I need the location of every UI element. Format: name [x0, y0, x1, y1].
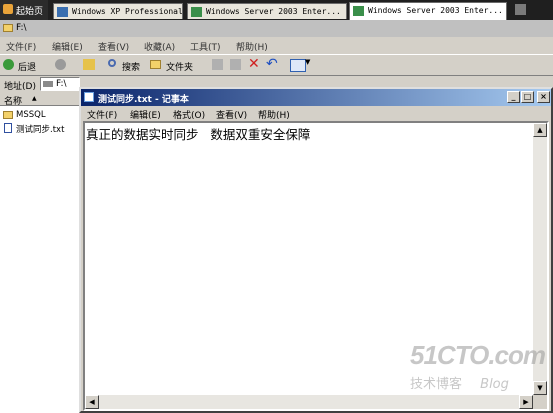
tab-server2003-a[interactable]: Windows Server 2003 Enter... [187, 3, 347, 19]
drive-icon [43, 81, 53, 87]
watermark-brand: 51CTO.com [410, 340, 546, 370]
folder-icon [3, 24, 13, 32]
np-menu-help[interactable]: 帮助(H) [258, 108, 290, 121]
tab-label: Windows Server 2003 Enter... [206, 7, 341, 16]
column-name-label: 名称 [4, 97, 23, 107]
maximize-button[interactable]: □ [521, 91, 534, 103]
tab-server2003-b[interactable]: Windows Server 2003 Enter... [349, 2, 507, 20]
copy-to-icon[interactable] [230, 59, 241, 70]
tab-xp-professional[interactable]: Windows XP Professional [53, 3, 183, 19]
watermark-blog-cn: 技术博客 [410, 377, 463, 392]
search-button[interactable]: 搜索 [108, 58, 146, 74]
home-icon [3, 4, 13, 14]
vm-icon [191, 7, 202, 17]
scroll-right-icon[interactable]: ▶ [519, 395, 533, 409]
move-to-icon[interactable] [212, 59, 223, 70]
tab-label: Windows Server 2003 Enter... [368, 6, 503, 15]
watermark-logo: 51CTO.com 技术博客 Blog [410, 340, 546, 392]
delete-icon[interactable]: ✕ [248, 56, 260, 72]
tab-home[interactable]: 起始页 [0, 0, 48, 20]
back-button[interactable]: 后退 [3, 58, 47, 74]
search-label: 搜索 [122, 63, 141, 73]
notepad-icon [84, 92, 94, 102]
close-tab-icon[interactable] [515, 4, 526, 15]
folders-button[interactable]: 文件夹 [150, 58, 200, 74]
minimize-button[interactable]: _ [507, 91, 520, 103]
notepad-title-bar[interactable]: 测试同步.txt - 记事本 _ □ × [81, 89, 551, 106]
explorer-title: F:\ [16, 23, 27, 33]
vm-tab-strip: 起始页 Windows XP Professional Windows Serv… [0, 0, 553, 20]
forward-arrow-icon[interactable] [55, 59, 66, 70]
undo-icon[interactable]: ↶ [266, 56, 278, 72]
views-icon[interactable] [290, 59, 306, 72]
file-list-pane: 名称 ▲ MSSQL 测试同步.txt [0, 93, 80, 413]
vm-icon [353, 6, 364, 16]
close-button[interactable]: × [537, 91, 550, 103]
up-folder-icon[interactable] [83, 59, 95, 70]
np-menu-file[interactable]: 文件(F) [87, 108, 117, 121]
explorer-menu-bar: 文件(F) 编辑(E) 查看(V) 收藏(A) 工具(T) 帮助(H) [0, 37, 553, 54]
search-icon [108, 59, 116, 67]
scroll-up-icon[interactable]: ▲ [533, 123, 547, 137]
folder-icon [3, 111, 13, 119]
np-menu-view[interactable]: 查看(V) [216, 108, 247, 121]
size-grip[interactable] [533, 395, 547, 409]
back-label: 后退 [18, 63, 37, 73]
chevron-down-icon[interactable]: ▼ [305, 58, 310, 74]
column-header-name[interactable]: 名称 ▲ [0, 93, 80, 107]
notepad-menu-bar: 文件(F) 编辑(E) 格式(O) 查看(V) 帮助(H) [81, 106, 551, 121]
menu-view[interactable]: 查看(V) [98, 40, 129, 53]
vm-icon [57, 7, 68, 17]
text-file-icon [4, 123, 12, 133]
np-menu-edit[interactable]: 编辑(E) [130, 108, 161, 121]
explorer-toolbar: 后退 搜索 文件夹 ✕ ↶ ▼ [0, 54, 553, 76]
menu-help[interactable]: 帮助(H) [236, 40, 268, 53]
address-value: F:\ [56, 79, 67, 89]
horizontal-scrollbar[interactable]: ◀ ▶ [85, 395, 533, 409]
tab-label: Windows XP Professional [72, 7, 183, 16]
np-menu-format[interactable]: 格式(O) [173, 108, 205, 121]
watermark-sub: 技术博客 Blog [410, 373, 545, 392]
menu-edit[interactable]: 编辑(E) [52, 40, 83, 53]
file-name: 测试同步.txt [16, 125, 65, 135]
menu-favorites[interactable]: 收藏(A) [144, 40, 175, 53]
document-text[interactable]: 真正的数据实时同步 数据双重安全保障 [86, 124, 310, 143]
address-label: 地址(D) [4, 82, 36, 92]
watermark-blog: Blog [480, 377, 509, 392]
notepad-title: 测试同步.txt - 记事本 [98, 95, 189, 105]
address-input[interactable]: F:\ [40, 77, 80, 91]
scroll-left-icon[interactable]: ◀ [85, 395, 99, 409]
sort-asc-icon: ▲ [32, 95, 37, 102]
folders-label: 文件夹 [166, 63, 194, 73]
file-name: MSSQL [16, 110, 46, 120]
tab-label: 起始页 [16, 7, 44, 17]
folder-icon [150, 60, 161, 69]
menu-file[interactable]: 文件(F) [6, 40, 36, 53]
back-arrow-icon [3, 59, 14, 70]
menu-tools[interactable]: 工具(T) [190, 40, 221, 53]
explorer-title-bar: F:\ [0, 20, 553, 37]
